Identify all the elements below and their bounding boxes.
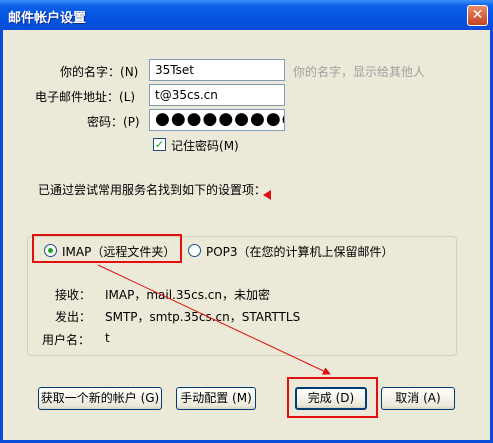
annotation-arrows: [97, 190, 331, 375]
pointer-arrow-icon: [263, 190, 271, 200]
arrow-imap-to-done: [97, 264, 331, 375]
